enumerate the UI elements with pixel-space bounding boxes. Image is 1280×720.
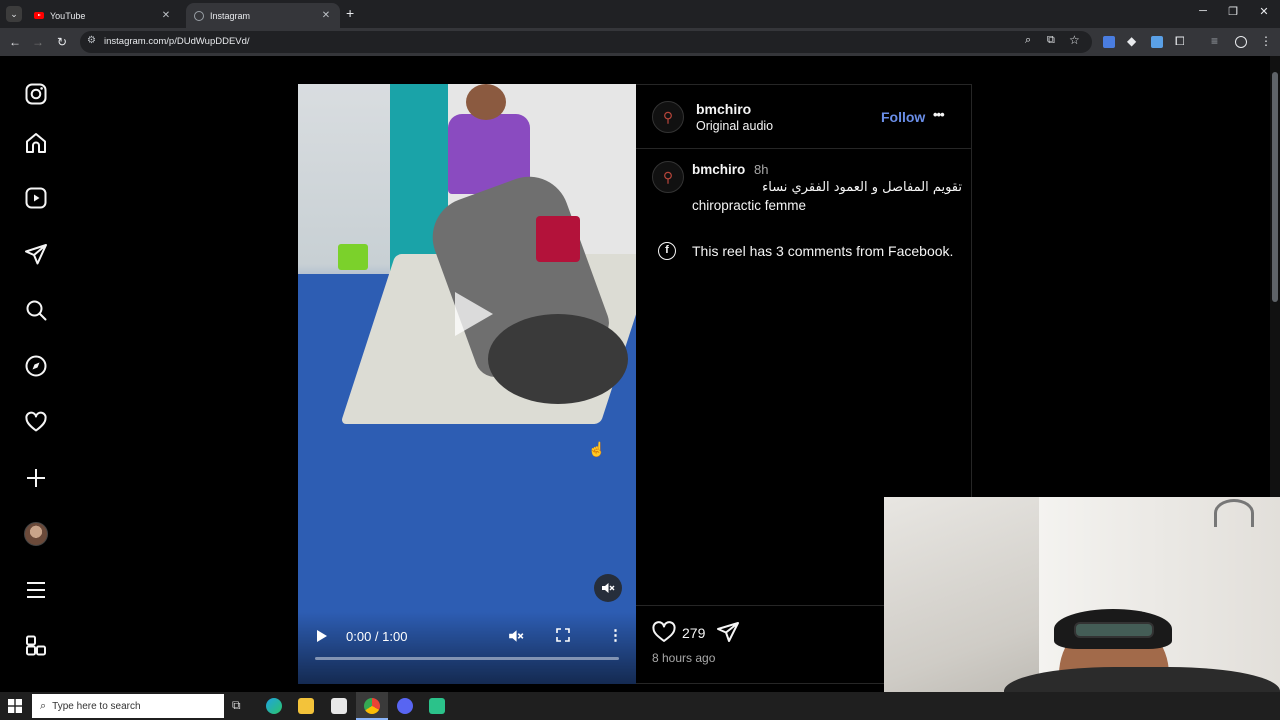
tab-search-button[interactable]: ⌄ [6,6,22,22]
restore-button[interactable]: ❐ [1218,5,1248,18]
mouse-cursor: ☝ [588,441,606,457]
home-icon[interactable] [22,129,50,157]
globe-icon [194,10,204,21]
muted-speaker-icon [602,583,615,593]
tab-close-icon[interactable]: ✕ [320,10,332,21]
tab-title: Instagram [210,10,251,21]
chrome-menu-icon[interactable]: ⋮ [1260,34,1272,48]
translate-extension-icon[interactable] [1103,36,1115,48]
discord-icon[interactable] [397,698,413,714]
author-avatar[interactable]: ⚲ [652,101,684,133]
author-username[interactable]: bmchiro [696,101,751,117]
video-time: 0:00 / 1:00 [346,629,408,644]
search-icon: ⌕ [40,699,47,712]
browser-toolbar: ← → ↻ ⚙ instagram.com/p/DUdWupDDEVd/ ⌕ ⧉… [0,28,1280,56]
heart-icon [652,621,676,642]
reel-video[interactable]: 0:00 / 1:00 ⋮ ☝ [298,84,636,684]
extension-image-icon[interactable] [1151,36,1163,48]
post-container: 0:00 / 1:00 ⋮ ☝ ⚲ bmchiro Original audio… [298,84,972,684]
file-explorer-icon[interactable] [298,698,314,714]
reload-icon[interactable]: ↻ [54,34,70,50]
messages-icon[interactable] [22,240,50,268]
profile-icon[interactable] [1235,36,1247,48]
facebook-icon: f [658,242,676,260]
scrollbar-thumb[interactable] [1272,72,1278,302]
chrome-icon [364,698,380,714]
browser-tab-bar: ⌄ YouTube ✕ Instagram ✕ + ─ ❐ ✕ [0,0,1280,28]
green-basket [338,244,368,270]
site-info-icon[interactable]: ⚙ [87,35,96,46]
chrome-taskbar-active[interactable] [356,692,388,720]
minimize-button[interactable]: ─ [1188,5,1218,17]
reels-icon[interactable] [22,184,50,212]
bmchiro-logo-icon: ⚲ [662,108,674,125]
like-button[interactable] [652,621,676,648]
red-stool [536,216,580,262]
store-icon[interactable] [331,698,347,714]
apps-icon[interactable] [22,632,50,660]
windows-taskbar: ⌕ Type here to search ⧉ [0,692,1280,720]
tab-close-icon[interactable]: ✕ [160,10,172,21]
cast-icon[interactable]: ⧉ [1047,34,1055,47]
video-more-icon[interactable]: ⋮ [608,626,623,644]
video-controls: 0:00 / 1:00 ⋮ [298,612,636,684]
tab-instagram[interactable]: Instagram ✕ [186,3,340,28]
caption: bmchiro 8h تقويم المفاصل و العمود الفقري… [692,161,962,215]
search-icon[interactable] [22,296,50,324]
caption-text: chiropractic femme [692,198,807,213]
taskbar-search[interactable]: ⌕ Type here to search [32,694,224,718]
avatar [24,522,48,546]
facebook-comments-note: This reel has 3 comments from Facebook. [692,243,954,259]
fullscreen-icon[interactable] [556,628,570,647]
webcam-glasses [1074,622,1154,638]
extension-diamond-icon[interactable]: ◆ [1127,34,1136,48]
url-text: instagram.com/p/DUdWupDDEVd/ [104,36,250,47]
youtube-icon [34,12,44,19]
webcam-overlay [884,497,1280,720]
caption-time: 8h [754,162,769,177]
bookmark-star-icon[interactable]: ☆ [1069,33,1080,47]
more-options-button[interactable]: ••• [933,107,945,122]
bmchiro-logo-icon: ⚲ [662,168,674,185]
tab-title: YouTube [50,10,86,21]
forward-icon[interactable]: → [30,34,46,50]
follow-button[interactable]: Follow [881,109,925,125]
post-header: ⚲ bmchiro Original audio Follow ••• [636,85,971,149]
instagram-logo-icon[interactable] [22,80,50,108]
therapist-head [466,84,506,120]
address-bar[interactable]: ⚙ instagram.com/p/DUdWupDDEVd/ ⌕ ⧉ ☆ [80,31,1092,53]
audio-label[interactable]: Original audio [696,119,773,133]
play-overlay-icon[interactable] [437,282,501,346]
mute-overlay-button[interactable] [594,574,622,602]
new-tab-button[interactable]: + [346,5,354,21]
windows-start-icon[interactable] [8,699,22,713]
create-icon[interactable] [22,464,50,492]
tab-youtube[interactable]: YouTube ✕ [26,3,180,28]
app-icon[interactable] [429,698,445,714]
edge-icon[interactable] [266,698,282,714]
like-count[interactable]: 279 [682,625,705,641]
taskbar-search-placeholder: Type here to search [52,700,141,712]
task-view-icon[interactable]: ⧉ [232,698,241,713]
reading-list-icon[interactable]: ≡ [1211,34,1218,48]
post-age: 8 hours ago [652,651,716,665]
play-button[interactable] [316,629,328,648]
explore-icon[interactable] [22,352,50,380]
mute-button[interactable] [508,628,524,649]
heart-icon[interactable] [22,408,50,436]
caption-arabic-text: تقويم المفاصل و العمود الفقري نساء [762,180,962,195]
menu-icon[interactable] [22,576,50,604]
caption-username[interactable]: bmchiro [692,162,745,177]
caption-avatar[interactable]: ⚲ [652,161,684,193]
webcam-lamp [1214,499,1254,527]
cushion [488,314,628,404]
extensions-puzzle-icon[interactable]: ⧠ [1175,34,1185,49]
share-button[interactable] [716,621,740,648]
back-icon[interactable]: ← [7,34,23,50]
profile-avatar[interactable] [22,520,50,548]
zoom-icon[interactable]: ⌕ [1025,34,1031,47]
video-progress-track[interactable] [315,657,619,660]
share-icon [717,622,739,642]
close-window-button[interactable]: ✕ [1249,5,1279,18]
